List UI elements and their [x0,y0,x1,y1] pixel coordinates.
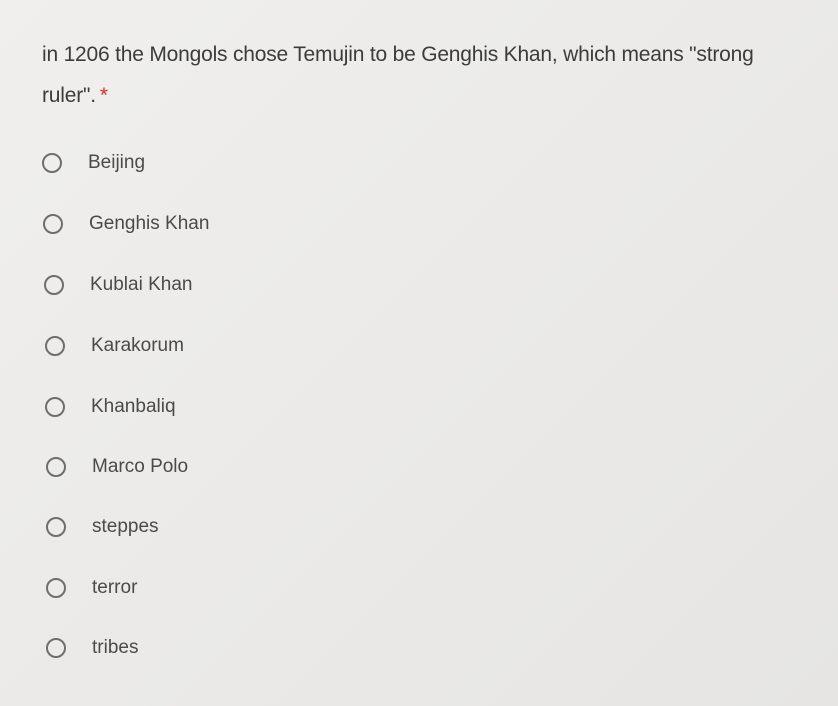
option-label: Karakorum [91,335,184,356]
option-steppes[interactable]: steppes [46,507,159,547]
option-label: Beijing [88,152,146,173]
radio-button[interactable] [42,153,62,173]
option-genghis-khan[interactable]: Genghis Khan [43,204,209,244]
option-label: Marco Polo [92,456,189,477]
option-label: Khanbaliq [91,396,176,417]
option-terror[interactable]: terror [46,568,137,608]
question-card: in 1206 the Mongols chose Temujin to be … [0,0,838,706]
option-marco-polo[interactable]: Marco Polo [46,447,188,487]
radio-button[interactable] [46,517,66,537]
option-label: terror [92,577,138,598]
option-label: Genghis Khan [89,213,210,234]
option-karakorum[interactable]: Karakorum [45,326,184,366]
option-beijing[interactable]: Beijing [42,143,145,183]
option-kublai-khan[interactable]: Kublai Khan [44,265,192,305]
radio-button[interactable] [46,638,66,658]
option-khanbaliq[interactable]: Khanbaliq [45,387,176,427]
option-label: Kublai Khan [90,274,193,295]
radio-button[interactable] [43,214,63,234]
option-label: steppes [92,516,159,537]
option-tribes[interactable]: tribes [46,628,138,668]
radio-group: Beijing Genghis Khan Kublai Khan Karakor… [0,0,838,706]
radio-button[interactable] [46,457,66,477]
option-label: tribes [92,637,139,658]
radio-button[interactable] [45,336,65,356]
radio-button[interactable] [44,275,64,295]
radio-button[interactable] [46,578,66,598]
radio-button[interactable] [45,397,65,417]
